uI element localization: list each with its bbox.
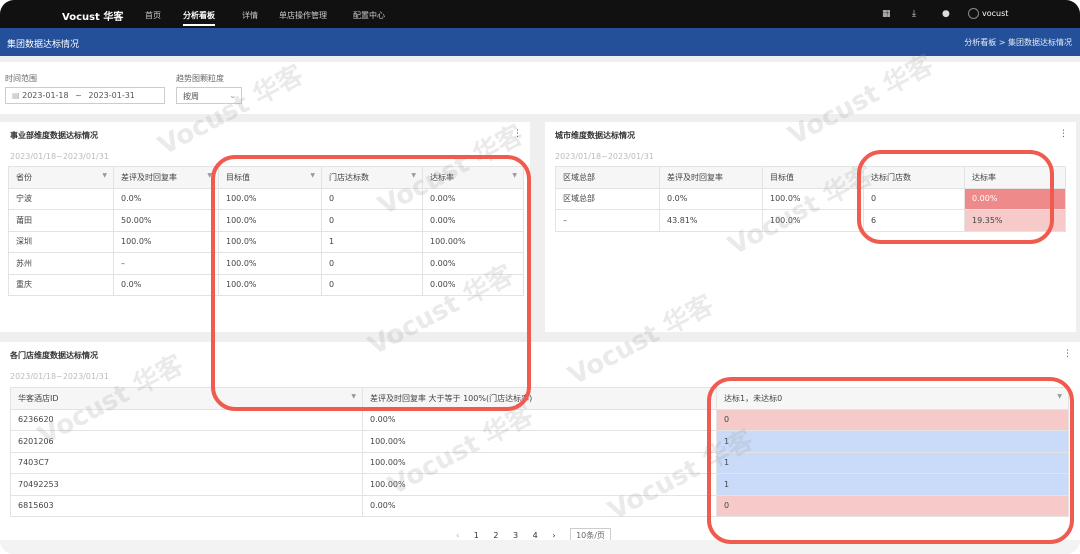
table-cell: 深圳 <box>8 230 114 253</box>
column-header[interactable]: 差评及时回复率 ▼ <box>113 166 219 189</box>
download-icon[interactable]: ⤓ <box>912 9 916 19</box>
table-cell: 区域总部 <box>555 187 660 210</box>
prev-page-button[interactable]: ‹ <box>456 531 459 540</box>
table-cell: 苏州 <box>8 252 114 275</box>
page-2[interactable]: 2 <box>493 531 498 540</box>
card-title: 城市维度数据达标情况 <box>555 131 635 140</box>
date-end: 2023-01-31 <box>88 91 135 100</box>
nav-item-dashboard[interactable]: 分析看板 <box>183 10 215 26</box>
column-header[interactable]: 区域总部 <box>555 166 660 189</box>
table-cell: 100.0% <box>113 230 219 253</box>
card-title: 各门店维度数据达标情况 <box>10 351 98 360</box>
highlight-ring-city <box>857 150 1054 244</box>
table-cell: 0.0% <box>113 273 219 296</box>
nav-item-store-ops[interactable]: 单店操作管理 <box>279 10 327 21</box>
help-icon[interactable]: ● <box>942 9 950 19</box>
nav-item-home[interactable]: 首页 <box>145 10 161 21</box>
time-range-label: 时间范围 <box>5 74 37 83</box>
table-cell: 70492253 <box>10 473 363 496</box>
highlight-ring-store <box>707 377 1074 544</box>
sort-icon: ▼ <box>102 172 107 179</box>
date-start: 2023-01-18 <box>22 91 69 100</box>
avatar <box>968 8 979 19</box>
next-page-button[interactable]: › <box>552 531 555 540</box>
granularity-label: 趋势图颗粒度 <box>176 74 224 83</box>
brand-logo: Vocust 华客 <box>62 12 124 23</box>
table-cell: – <box>555 209 660 232</box>
top-nav: Vocust 华客 首页 分析看板 详情 单店操作管理 配置中心 ▦ ⤓ ● v… <box>0 0 1080 28</box>
more-menu-icon[interactable]: ⋮ <box>1063 349 1072 359</box>
column-header[interactable]: 省份 ▼ <box>8 166 114 189</box>
user-name: vocust <box>982 9 1009 18</box>
table-cell: 0.0% <box>113 187 219 210</box>
page-3[interactable]: 3 <box>513 531 518 540</box>
page-title: 集团数据达标情况 <box>7 40 80 50</box>
app-window: Vocust 华客 首页 分析看板 详情 单店操作管理 配置中心 ▦ ⤓ ● v… <box>0 0 1080 554</box>
table-cell: – <box>113 252 219 275</box>
nav-item-detail[interactable]: 详情 <box>242 10 258 21</box>
page-4[interactable]: 4 <box>533 531 538 540</box>
date-range-picker[interactable]: ▤ 2023-01-18 ~ 2023-01-31 <box>5 87 165 104</box>
table-cell: 100.00% <box>362 430 717 453</box>
card-date: 2023/01/18~2023/01/31 <box>555 152 654 161</box>
date-separator: ~ <box>75 91 82 100</box>
user-menu[interactable]: vocust <box>968 8 1008 19</box>
table-cell: 0.00% <box>362 408 717 431</box>
table-cell: 莆田 <box>8 209 114 232</box>
card-date: 2023/01/18~2023/01/31 <box>10 372 109 381</box>
grid-icon[interactable]: ▦ <box>882 9 891 19</box>
table-cell: 50.00% <box>113 209 219 232</box>
page-1[interactable]: 1 <box>474 531 479 540</box>
calendar-icon: ▤ <box>12 91 20 100</box>
table-cell: 6815603 <box>10 494 363 517</box>
table-cell: 0.0% <box>659 187 763 210</box>
highlight-ring-division <box>211 155 531 411</box>
table-cell: 7403C7 <box>10 451 363 474</box>
table-cell: 宁波 <box>8 187 114 210</box>
card-title: 事业部维度数据达标情况 <box>10 131 98 140</box>
granularity-value: 按周 <box>183 92 199 101</box>
table-cell: 重庆 <box>8 273 114 296</box>
nav-item-config[interactable]: 配置中心 <box>353 10 385 21</box>
card-date: 2023/01/18~2023/01/31 <box>10 152 109 161</box>
column-header[interactable]: 差评及时回复率 <box>659 166 763 189</box>
breadcrumb[interactable]: 分析看板 > 集团数据达标情况 <box>964 37 1072 48</box>
more-menu-icon[interactable]: ⋮ <box>1059 129 1068 139</box>
